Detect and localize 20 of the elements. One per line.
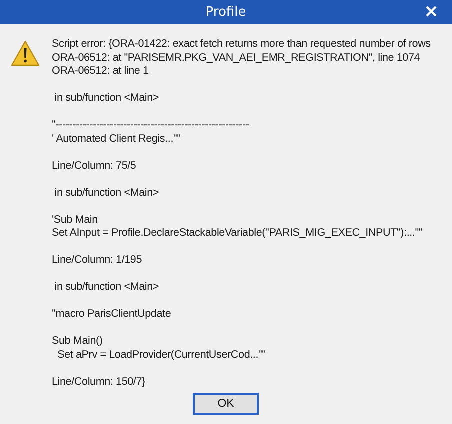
message-line: 'Sub Main <box>52 214 99 227</box>
message-line: ''--------------------------------------------------------- <box>52 119 250 132</box>
message-line: Line/Column: 75/5 <box>52 160 138 173</box>
message-line: in sub/function <Main> <box>54 186 160 200</box>
close-icon[interactable] <box>426 6 437 17</box>
message-line: ORA-06512: at line 1 <box>52 65 150 78</box>
message-line: Line/Column: 1/195 <box>52 254 144 268</box>
ok-button[interactable]: OK <box>193 393 259 415</box>
message-line: ''macro ParisClientUpdate <box>52 308 172 322</box>
message-line: Script error: {ORA-01422: exact fetch returns more than requested number of rows <box>52 38 431 52</box>
message-line: Sub Main() <box>52 335 104 348</box>
window-title: Profile <box>206 4 246 20</box>
warning-icon <box>11 40 40 67</box>
message-line: Line/Column: 150/7} <box>52 376 146 389</box>
message-line: in sub/function <Main> <box>54 281 160 294</box>
message-line: Set AInput = Profile.DeclareStackableVariable("PARIS_MIG_EXEC_INPUT"):..."" <box>52 227 424 240</box>
message-line: ' Automated Client Regis..."" <box>52 132 182 146</box>
message-line: ORA-06512: at "PARISEMR.PKG_VAN_AEI_EMR_REGISTRATION", line 1074 <box>52 52 422 65</box>
message-line: Set aPrv = LoadProvider(CurrentUserCod..."" <box>56 348 267 362</box>
message-line: in sub/function <Main> <box>54 92 160 106</box>
